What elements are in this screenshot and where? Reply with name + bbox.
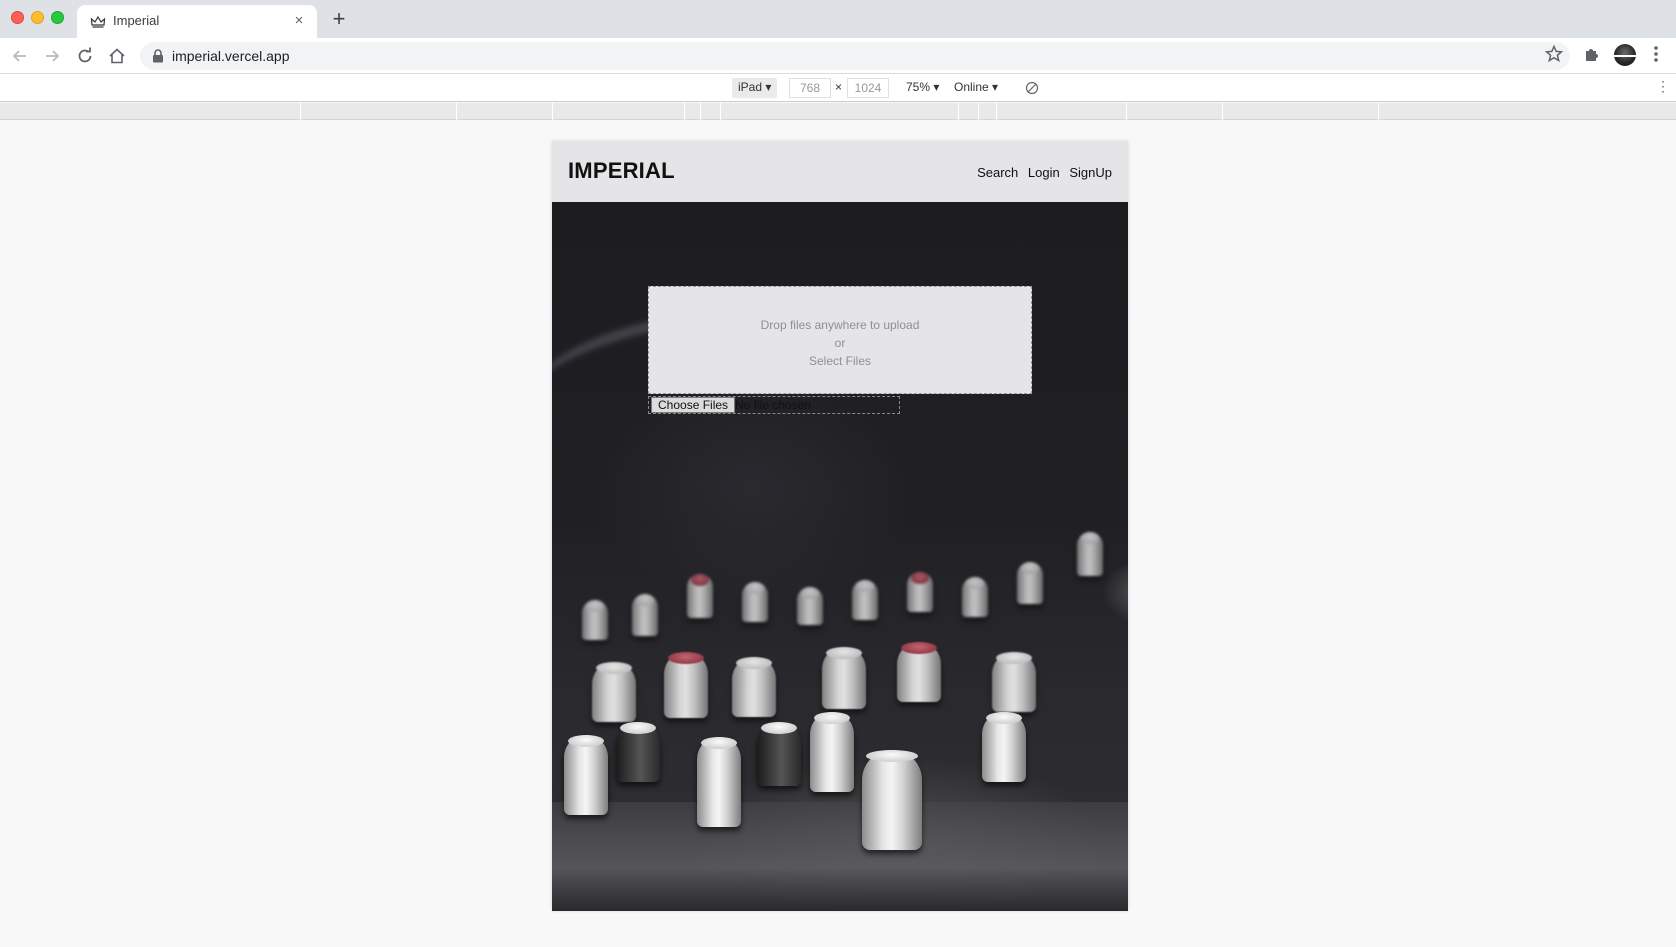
nav-signup-link[interactable]: SignUp <box>1069 165 1112 180</box>
maximize-window-button[interactable] <box>51 11 64 24</box>
mixer-knob <box>1077 532 1103 576</box>
mixer-knob <box>810 712 854 792</box>
profile-avatar[interactable] <box>1614 44 1636 66</box>
choose-files-button[interactable]: Choose Files <box>651 397 736 413</box>
file-dropzone[interactable]: Drop files anywhere to upload or Select … <box>648 286 1032 394</box>
mixer-knob <box>732 657 776 717</box>
mixer-knob <box>757 722 801 786</box>
site-nav: Search Login SignUp <box>971 165 1112 180</box>
close-window-button[interactable] <box>11 11 24 24</box>
device-toolbar-menu-icon[interactable]: ⋮ <box>1656 78 1670 95</box>
media-query-ruler[interactable] <box>0 103 1676 120</box>
mixer-knob <box>852 580 878 620</box>
device-select[interactable]: iPad ▾ <box>732 78 778 98</box>
star-icon[interactable] <box>1544 44 1564 64</box>
emulated-viewport: IMPERIAL Search Login SignUp <box>552 141 1128 911</box>
site-header: IMPERIAL Search Login SignUp <box>552 141 1128 202</box>
nav-login-link[interactable]: Login <box>1028 165 1060 180</box>
network-throttle-select[interactable]: Online ▾ <box>954 80 998 94</box>
mixer-panel <box>552 802 1128 911</box>
mixer-knob <box>687 574 713 618</box>
mixer-knob <box>822 647 866 709</box>
mixer-knob <box>697 737 741 827</box>
dropzone-instruction: Drop files anywhere to upload <box>760 318 920 332</box>
mixer-knob <box>582 600 608 640</box>
browser-toolbar: imperial.vercel.app <box>0 38 1676 74</box>
height-input[interactable]: 1024 <box>847 78 889 98</box>
file-input[interactable]: Choose Files No file chosen <box>648 396 900 414</box>
site-logo[interactable]: IMPERIAL <box>568 158 675 184</box>
mixer-knob <box>1017 562 1043 604</box>
address-bar[interactable]: imperial.vercel.app <box>140 42 1570 70</box>
device-toolbar: iPad ▾ 768 × 1024 75% ▾ Online ▾ ⋮ <box>0 74 1676 102</box>
mixer-knob <box>992 652 1036 712</box>
mixer-knob <box>632 594 658 636</box>
mixer-knob <box>982 712 1026 782</box>
crown-icon <box>90 15 106 28</box>
width-input[interactable]: 768 <box>789 78 831 98</box>
rotate-icon[interactable] <box>1025 81 1039 95</box>
mixer-knob <box>616 722 660 782</box>
dimension-separator: × <box>835 80 843 94</box>
browser-titlebar: Imperial × + <box>0 0 1676 38</box>
menu-icon[interactable] <box>1650 43 1662 65</box>
file-status: No file chosen <box>735 398 812 412</box>
mixer-knob <box>907 572 933 612</box>
back-icon[interactable] <box>10 46 30 66</box>
extensions-icon[interactable] <box>1583 46 1601 64</box>
lock-icon <box>153 49 163 63</box>
mixer-knob <box>742 582 768 622</box>
mixer-knob <box>897 642 941 702</box>
url-text: imperial.vercel.app <box>172 48 290 64</box>
mixer-knob <box>962 577 988 617</box>
minimize-window-button[interactable] <box>31 11 44 24</box>
zoom-select[interactable]: 75% ▾ <box>906 80 939 94</box>
mixer-knob <box>564 735 608 815</box>
select-files-link[interactable]: Select Files <box>649 354 1031 368</box>
forward-icon[interactable] <box>42 46 62 66</box>
mixer-knob <box>664 652 708 718</box>
mixer-knob <box>862 750 922 850</box>
browser-tab[interactable]: Imperial × <box>77 5 317 38</box>
nav-search-link[interactable]: Search <box>977 165 1018 180</box>
close-tab-icon[interactable]: × <box>291 13 307 29</box>
new-tab-button[interactable]: + <box>328 8 350 30</box>
mixer-knob <box>797 587 823 625</box>
dropzone-or: or <box>834 336 846 350</box>
mixer-knob <box>592 662 636 722</box>
home-icon[interactable] <box>107 46 127 66</box>
tab-title: Imperial <box>113 13 160 28</box>
reload-icon[interactable] <box>75 46 95 66</box>
